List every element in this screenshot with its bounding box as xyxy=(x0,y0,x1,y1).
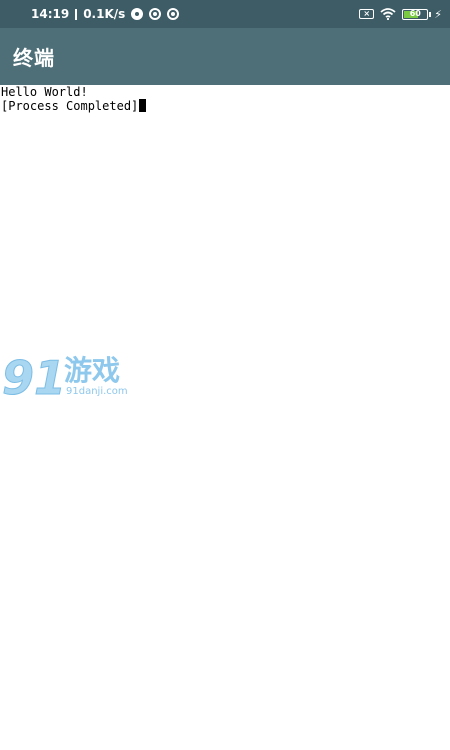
watermark-logo: 91 游戏 91danji.com xyxy=(2,351,128,403)
status-right: × 60 ⚡ xyxy=(359,8,442,21)
terminal-cursor xyxy=(139,99,147,112)
app-title: 终端 xyxy=(13,46,55,70)
terminal-line-text: Hello World! xyxy=(1,85,88,99)
charging-icon: ⚡ xyxy=(434,7,442,21)
status-bar: 14:19 0.1K/s × 60 ⚡ xyxy=(0,0,450,28)
network-speed: 0.1K/s xyxy=(83,7,126,21)
data-saver-icon xyxy=(131,8,144,20)
watermark-logo-number: 91 xyxy=(2,351,66,402)
notification-icon xyxy=(149,8,162,20)
watermark-logo-text: 游戏 xyxy=(64,354,120,387)
status-time: 14:19 xyxy=(31,7,70,21)
terminal-line: [Process Completed] xyxy=(0,99,450,113)
terminal-view[interactable]: Hello World! [Process Completed] xyxy=(0,85,450,750)
watermark-domain: 91danji.com xyxy=(66,386,128,397)
status-left: 14:19 0.1K/s xyxy=(31,7,180,21)
status-separator xyxy=(75,8,78,20)
notification-icon xyxy=(167,8,180,20)
wifi-icon xyxy=(380,8,396,20)
battery-level: 60 xyxy=(409,9,421,18)
no-sim-icon: × xyxy=(359,9,375,19)
battery-icon: 60 xyxy=(402,8,432,20)
app-bar: 终端 xyxy=(0,28,450,85)
terminal-line-text: [Process Completed] xyxy=(1,99,139,113)
terminal-line: Hello World! xyxy=(0,85,450,99)
